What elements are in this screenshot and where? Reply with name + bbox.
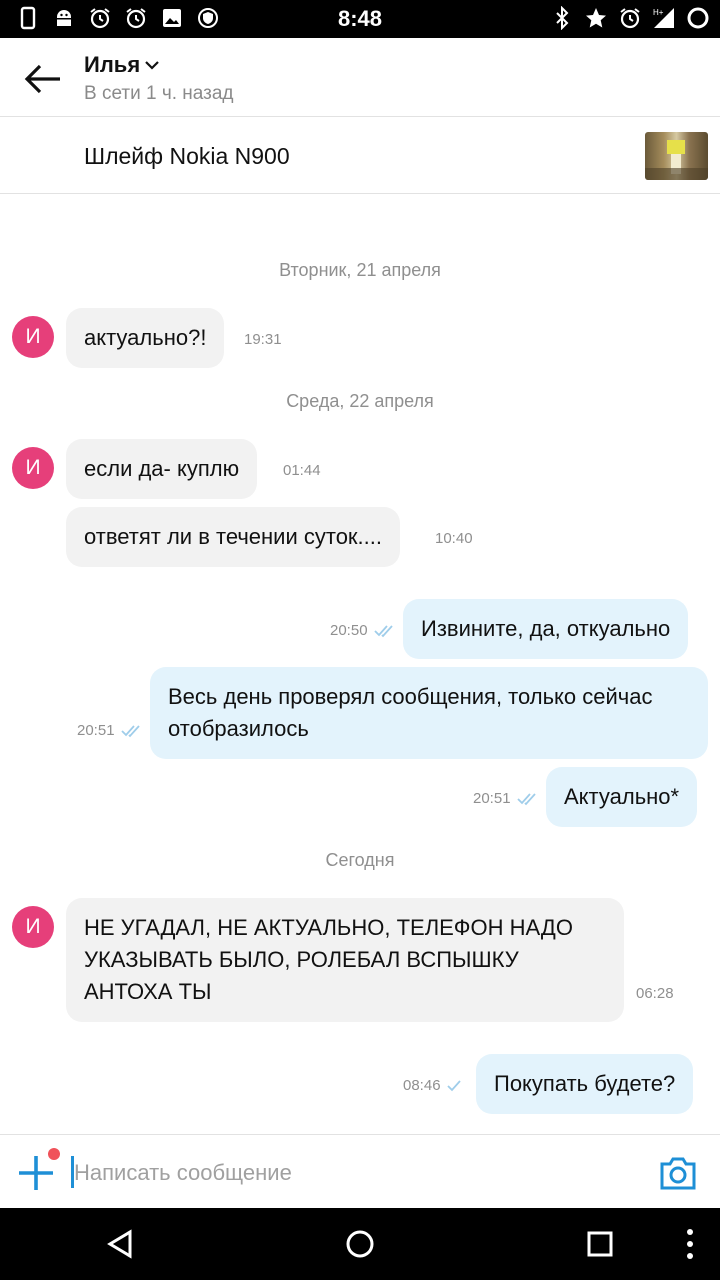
message-time: 06:28 [636,985,674,1002]
message-time-text: 08:46 [403,1077,441,1094]
message-outgoing[interactable]: Извините, да, откуально [403,599,689,659]
message-incoming[interactable]: НЕ УГАДАЛ, НЕ АКТУАЛЬНО, ТЕЛЕФОН НАДО УК… [66,898,624,1022]
date-separator: Среда, 22 апреля [286,391,434,411]
ad-thumbnail[interactable] [645,132,708,180]
message-input-bar [0,1134,720,1208]
message-time-text: 20:51 [473,790,511,807]
status-right-icons: H+ [550,6,710,30]
notification-dot [48,1148,60,1160]
message-incoming[interactable]: если да- куплю [66,439,258,499]
message-time-text: 20:51 [77,722,115,739]
contact-status: В сети 1 ч. назад [84,83,234,104]
chat-area[interactable]: Вторник, 21 апреля И актуально?! 19:31 С… [0,194,720,1134]
message-outgoing[interactable]: Весь день проверял сообщения, только сей… [150,667,708,759]
signal-icon: H+ [653,8,674,28]
contact-name-dropdown[interactable]: Илья [84,52,160,78]
double-check-icon [373,624,393,637]
recents-nav-icon[interactable] [582,1226,618,1262]
avatar[interactable]: И [12,316,54,358]
alarm-icon [620,8,640,29]
more-options-icon[interactable] [672,1226,708,1262]
date-separator: Сегодня [325,850,395,870]
message-outgoing[interactable]: Покупать будете? [476,1054,694,1114]
message-time: 20:51 [77,722,143,739]
back-arrow-icon[interactable] [22,62,62,96]
chat-header: Илья В сети 1 ч. назад [0,38,720,116]
message-outgoing[interactable]: Актуально* [546,767,698,827]
double-check-icon [516,792,536,805]
ad-bar[interactable]: Шлейф Nokia N900 [0,116,720,194]
battery-icon [687,7,709,29]
ad-title[interactable]: Шлейф Nokia N900 [84,143,290,170]
chevron-down-icon [145,61,159,70]
avatar[interactable]: И [12,906,54,948]
date-separator: Вторник, 21 апреля [279,260,441,280]
star-icon [586,8,606,28]
home-nav-icon[interactable] [342,1226,378,1262]
system-navigation-bar [0,1208,720,1280]
check-icon [446,1079,461,1091]
message-time: 08:46 [403,1077,461,1094]
contact-name: Илья [84,52,141,77]
message-input[interactable] [74,1153,634,1193]
message-time: 01:44 [283,462,321,479]
message-time-text: 20:50 [330,622,368,639]
message-time: 20:51 [473,790,539,807]
message-incoming[interactable]: ответят ли в течении суток.... [66,507,400,567]
status-bar: 8:48 H+ [0,0,720,38]
avatar[interactable]: И [12,447,54,489]
back-nav-icon[interactable] [102,1226,138,1262]
message-time: 10:40 [435,530,473,547]
message-time: 20:50 [330,622,396,639]
bluetooth-icon [556,6,569,30]
message-incoming[interactable]: актуально?! [66,308,225,368]
message-time: 19:31 [244,331,282,348]
camera-icon[interactable] [658,1155,698,1191]
network-label: H+ [653,8,664,17]
double-check-icon [120,724,140,737]
